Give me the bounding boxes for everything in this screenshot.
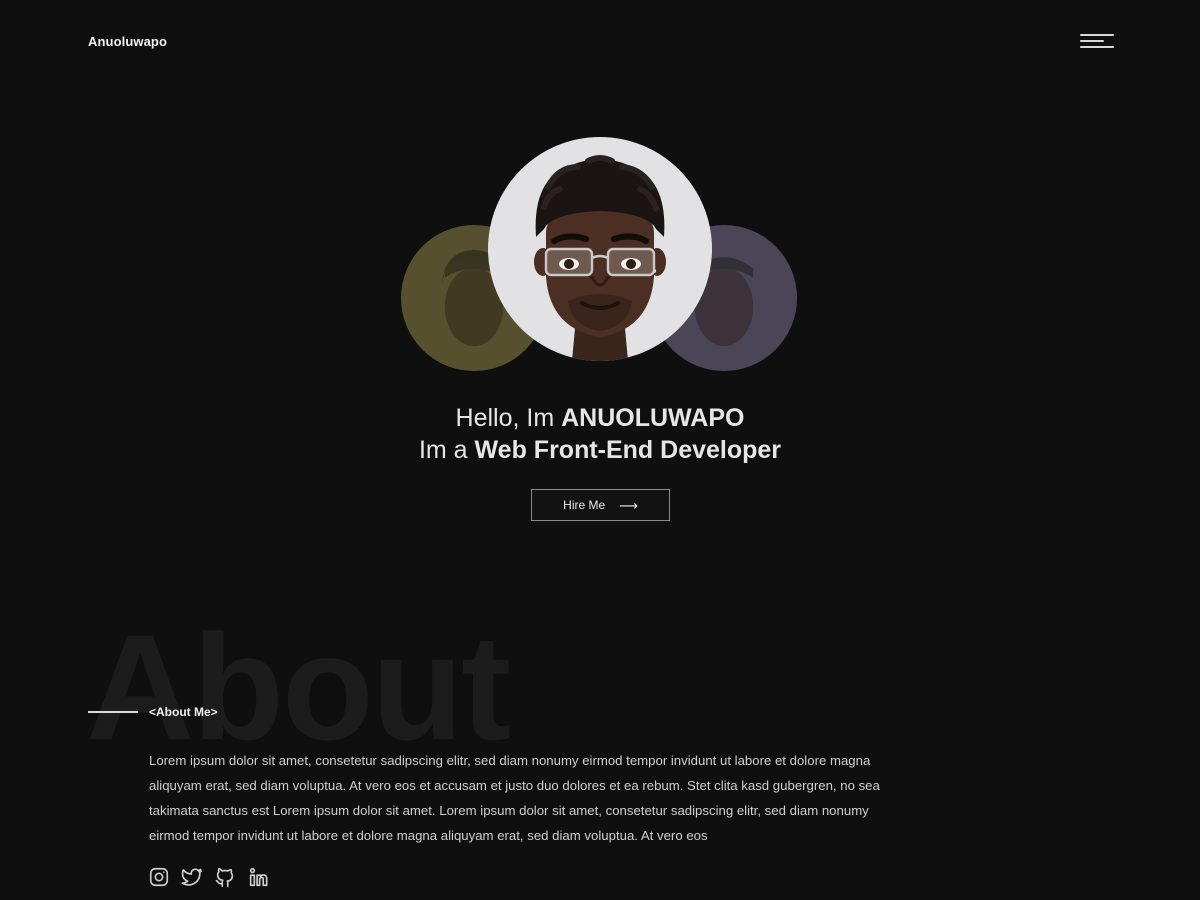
avatar-main (488, 137, 712, 361)
menu-line (1080, 46, 1114, 48)
menu-line (1080, 34, 1114, 36)
role-title: Web Front-End Developer (474, 436, 782, 464)
instagram-icon[interactable] (148, 866, 170, 888)
about-heading: <About Me> (149, 705, 218, 719)
hero-role: Im a Web Front-End Developer (0, 436, 1200, 465)
linkedin-icon[interactable] (247, 866, 269, 888)
arrow-right-icon: ⟶ (619, 497, 638, 513)
site-logo[interactable]: Anuoluwapo (88, 34, 167, 49)
hero-greeting: Hello, Im ANUOLUWAPO (0, 404, 1200, 433)
section-divider (88, 711, 138, 713)
hire-me-label: Hire Me (563, 498, 606, 512)
role-prefix: Im a (418, 436, 475, 464)
github-icon[interactable] (214, 866, 236, 888)
social-links (148, 866, 269, 888)
twitter-icon[interactable] (181, 866, 203, 888)
hire-me-button[interactable]: Hire Me ⟶ (531, 489, 670, 521)
memoji-avatar-icon (534, 155, 666, 361)
hero-name: ANUOLUWAPO (561, 404, 745, 432)
menu-line (1080, 40, 1104, 42)
portfolio-page: Anuoluwapo Hello, Im ANUOLUWAPO Im a Web… (0, 0, 1200, 900)
about-watermark: About (86, 603, 511, 771)
hamburger-menu-icon[interactable] (1080, 32, 1114, 50)
about-text: Lorem ipsum dolor sit amet, consetetur s… (149, 753, 880, 843)
greeting-prefix: Hello, Im (455, 404, 562, 432)
